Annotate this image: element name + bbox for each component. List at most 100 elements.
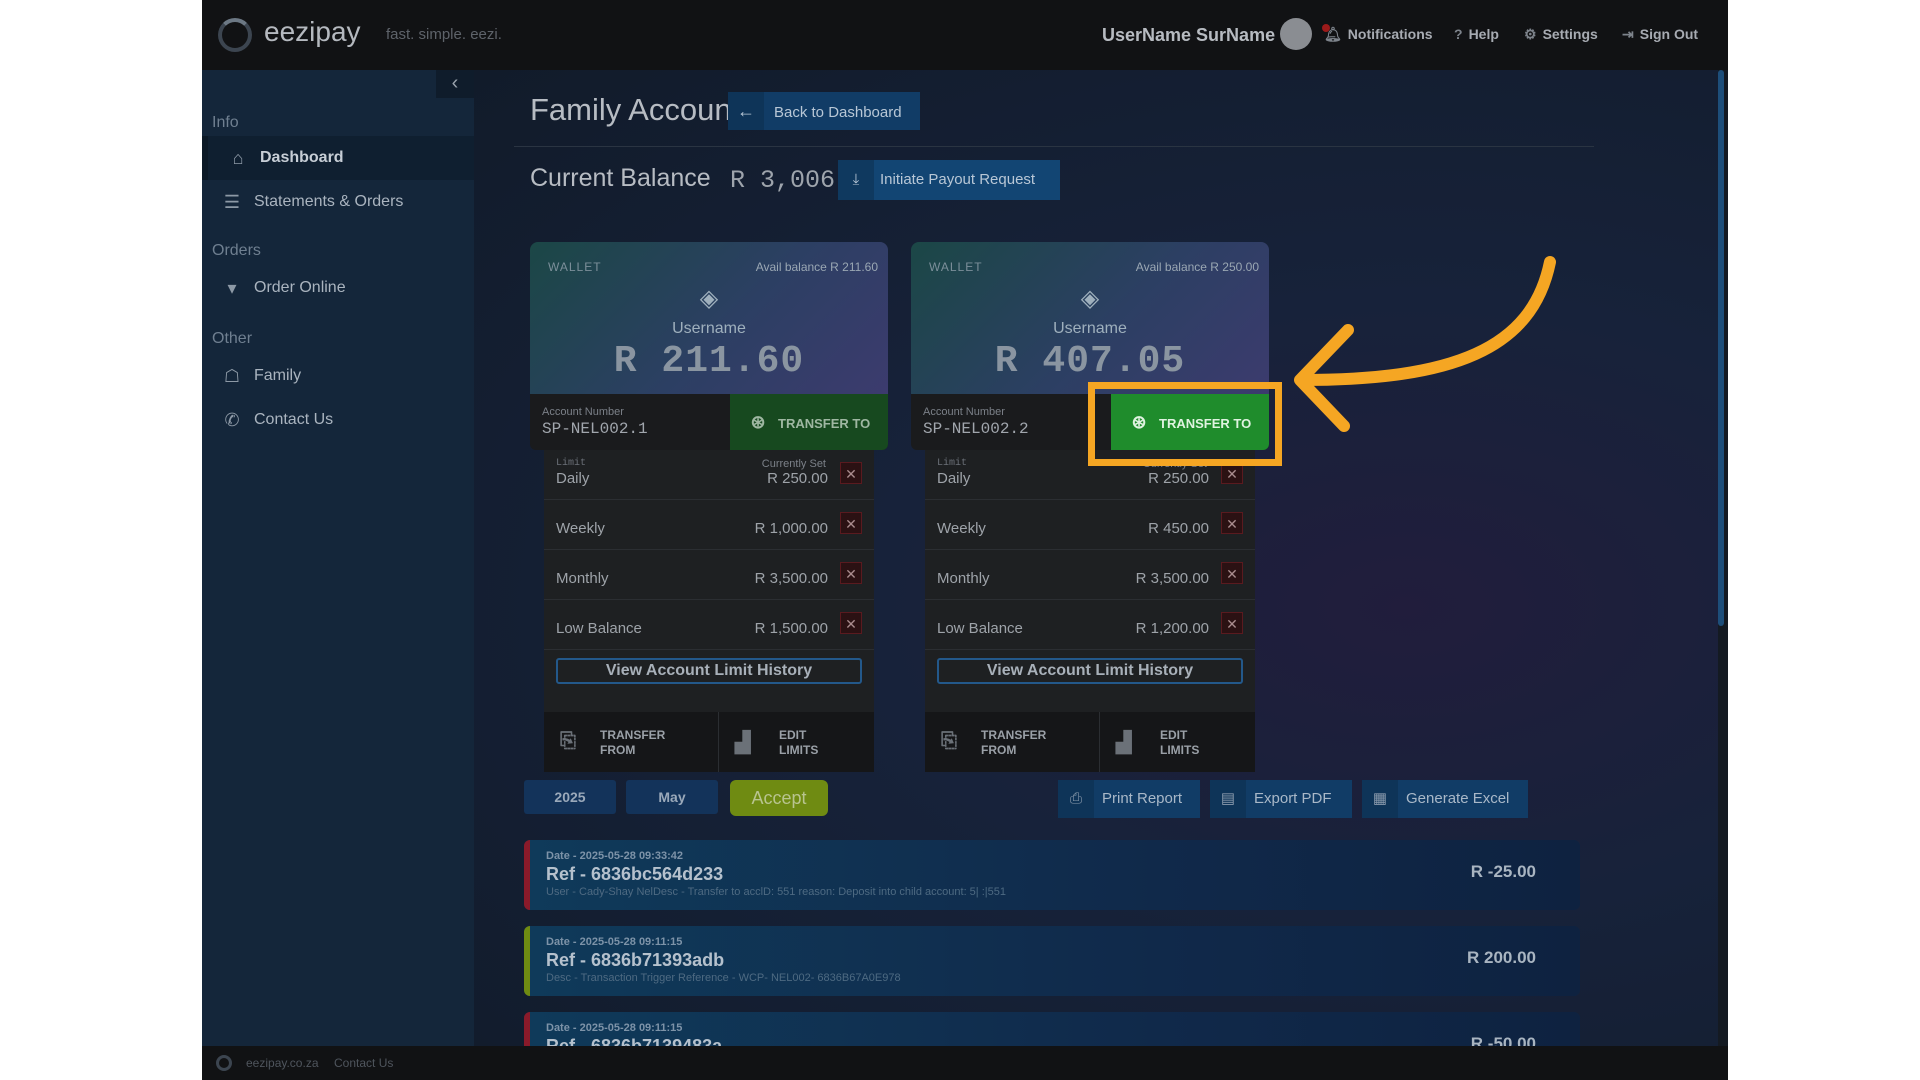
limit-name: Weekly [556, 520, 605, 537]
sidebar-item-label: Contact Us [254, 411, 334, 428]
transaction-amount: R -25.00 [1470, 862, 1536, 881]
annotation-arrow [1294, 256, 1556, 432]
user-name[interactable]: UserName SurName [1102, 25, 1275, 46]
limit-value: R 450.00 [1148, 520, 1209, 537]
view-limit-history-button[interactable]: View Account Limit History [556, 658, 862, 684]
generate-excel-button[interactable]: ▦ Generate Excel [1362, 780, 1528, 818]
transfer-from-button[interactable]: ⎘ TRANSFER FROM [544, 712, 708, 772]
remove-limit-icon[interactable]: ✕ [840, 512, 862, 534]
accept-button[interactable]: Accept [730, 780, 828, 816]
footer: eezipay.co.za Contact Us [202, 1046, 1728, 1080]
limit-value: R 1,000.00 [754, 520, 828, 537]
transfer-from-label: TRANSFER FROM [600, 728, 666, 757]
transaction-row[interactable]: Date - 2025-05-28 09:11:15 Ref - 6836b71… [524, 926, 1580, 996]
basket-icon: ▾ [227, 278, 237, 298]
limit-value: R 250.00 [1148, 470, 1209, 487]
limit-value: R 250.00 [767, 470, 828, 487]
family-icon: ☖ [223, 366, 241, 386]
transaction-row[interactable]: Date - 2025-05-28 09:11:15 Ref - 6836b71… [524, 1012, 1580, 1046]
sidebar-item-label: Family [254, 367, 302, 384]
transfer-from-label: TRANSFER FROM [981, 728, 1047, 757]
transaction-desc: Desc - Transaction Trigger Reference - W… [546, 972, 901, 984]
transaction-status-bar [524, 840, 530, 910]
transfer-to-button[interactable]: ⊛ TRANSFER TO [730, 394, 888, 450]
limit-value: R 3,500.00 [754, 570, 828, 587]
transfer-from-button[interactable]: ⎘ TRANSFER FROM [925, 712, 1089, 772]
limit-name: Weekly [937, 520, 986, 537]
print-report-button[interactable]: ⎙ Print Report [1058, 780, 1200, 818]
avatar[interactable] [1280, 18, 1312, 50]
export-pdf-button[interactable]: ▤ Export PDF [1210, 780, 1352, 818]
footer-contact-link[interactable]: Contact Us [334, 1056, 393, 1070]
app-window: eezipay fast. simple. eezi. UserName Sur… [202, 0, 1728, 1080]
back-to-dashboard-button[interactable]: ← Back to Dashboard [728, 92, 920, 130]
tagline: fast. simple. eezi. [386, 26, 502, 43]
scrollbar-thumb[interactable] [1718, 70, 1724, 626]
limit-name: Monthly [556, 570, 609, 587]
wallet-tag: WALLET [929, 260, 983, 274]
wallet-icon: ◈ [699, 285, 719, 312]
limit-name: Low Balance [937, 620, 1023, 637]
month-select[interactable]: May [626, 780, 718, 814]
transaction-desc: User - Cady-Shay NelDesc - Transfer to a… [546, 886, 1006, 898]
limit-name: Daily [937, 470, 971, 487]
remove-limit-icon[interactable]: ✕ [1221, 512, 1243, 534]
transaction-amount: R 200.00 [1467, 948, 1536, 967]
remove-limit-icon[interactable]: ✕ [840, 612, 862, 634]
divider [514, 146, 1594, 147]
edit-limits-button[interactable]: ▟ EDIT LIMITS [718, 712, 882, 772]
sidebar-collapse-button[interactable]: ‹ [436, 70, 474, 98]
notification-dot [1322, 24, 1330, 32]
transaction-date: Date - 2025-05-28 09:33:42 [546, 850, 683, 862]
limit-row-monthly: Monthly R 3,500.00 ✕ [925, 550, 1255, 600]
remove-limit-icon[interactable]: ✕ [1221, 562, 1243, 584]
limit-row-daily: Daily R 250.00 ✕ [544, 450, 874, 500]
year-select[interactable]: 2025 [524, 780, 616, 814]
transaction-status-bar [524, 1012, 530, 1046]
wallet-username: Username [1053, 320, 1127, 337]
print-report-label: Print Report [1102, 790, 1183, 807]
wallet-card: WALLET Avail balance R 250.00 ◈ Username… [911, 242, 1269, 772]
sidebar-item-statements[interactable]: ☰ Statements & Orders [202, 180, 474, 224]
home-icon: ⌂ [232, 148, 244, 168]
settings-label: Settings [1542, 26, 1598, 42]
sign-out-icon: ⇥ [1622, 26, 1634, 42]
transaction-row[interactable]: Date - 2025-05-28 09:33:42 Ref - 6836bc5… [524, 840, 1580, 910]
initiate-payout-button[interactable]: ⤓ Initiate Payout Request [838, 160, 1060, 200]
settings-link[interactable]: ⚙ Settings [1524, 26, 1598, 43]
account-number: SP-NEL002.1 [542, 420, 648, 438]
limit-value: R 3,500.00 [1135, 570, 1209, 587]
remove-limit-icon[interactable]: ✕ [840, 562, 862, 584]
sidebar: ‹ Info ⌂ Dashboard ☰ Statements & Orders… [202, 70, 474, 1046]
account-number: SP-NEL002.2 [923, 420, 1029, 438]
transaction-status-bar [524, 926, 530, 996]
limit-row-low-balance: Low Balance R 1,500.00 ✕ [544, 600, 874, 650]
footer-site-link[interactable]: eezipay.co.za [246, 1056, 319, 1070]
view-limit-history-button[interactable]: View Account Limit History [937, 658, 1243, 684]
remove-limit-icon[interactable]: ✕ [840, 462, 862, 484]
transaction-date: Date - 2025-05-28 09:11:15 [546, 936, 683, 948]
back-button-label: Back to Dashboard [774, 104, 902, 121]
remove-limit-icon[interactable]: ✕ [1221, 612, 1243, 634]
sidebar-item-dashboard[interactable]: ⌂ Dashboard [202, 136, 474, 180]
sidebar-item-order-online[interactable]: ▾ Order Online [202, 266, 474, 310]
limit-row-low-balance: Low Balance R 1,200.00 ✕ [925, 600, 1255, 650]
logo-text[interactable]: eezipay [264, 16, 361, 48]
chart-icon: ▟ [1116, 732, 1132, 754]
transfer-from-icon: ⎘ [560, 730, 576, 752]
wallet-actions: ⎘ TRANSFER FROM ▟ EDIT LIMITS [544, 712, 874, 772]
sidebar-item-contact-us[interactable]: ✆ Contact Us [202, 398, 474, 442]
transaction-ref: Ref - 6836b7139483a [546, 1036, 723, 1046]
account-number-label: Account Number [923, 406, 1005, 418]
notifications-link[interactable]: 🔔︎ Notifications [1322, 24, 1433, 43]
current-balance-label: Current Balance [530, 164, 711, 192]
wallet-actions: ⎘ TRANSFER FROM ▟ EDIT LIMITS [925, 712, 1255, 772]
wallet-username: Username [672, 320, 746, 337]
available-balance: Avail balance R 250.00 [1135, 260, 1259, 274]
footer-logo-icon [216, 1055, 232, 1071]
sign-out-link[interactable]: ⇥ Sign Out [1622, 26, 1698, 43]
edit-limits-button[interactable]: ▟ EDIT LIMITS [1099, 712, 1263, 772]
help-link[interactable]: ? Help [1454, 26, 1499, 42]
transfer-from-icon: ⎘ [941, 730, 957, 752]
sidebar-item-family[interactable]: ☖ Family [202, 354, 474, 398]
